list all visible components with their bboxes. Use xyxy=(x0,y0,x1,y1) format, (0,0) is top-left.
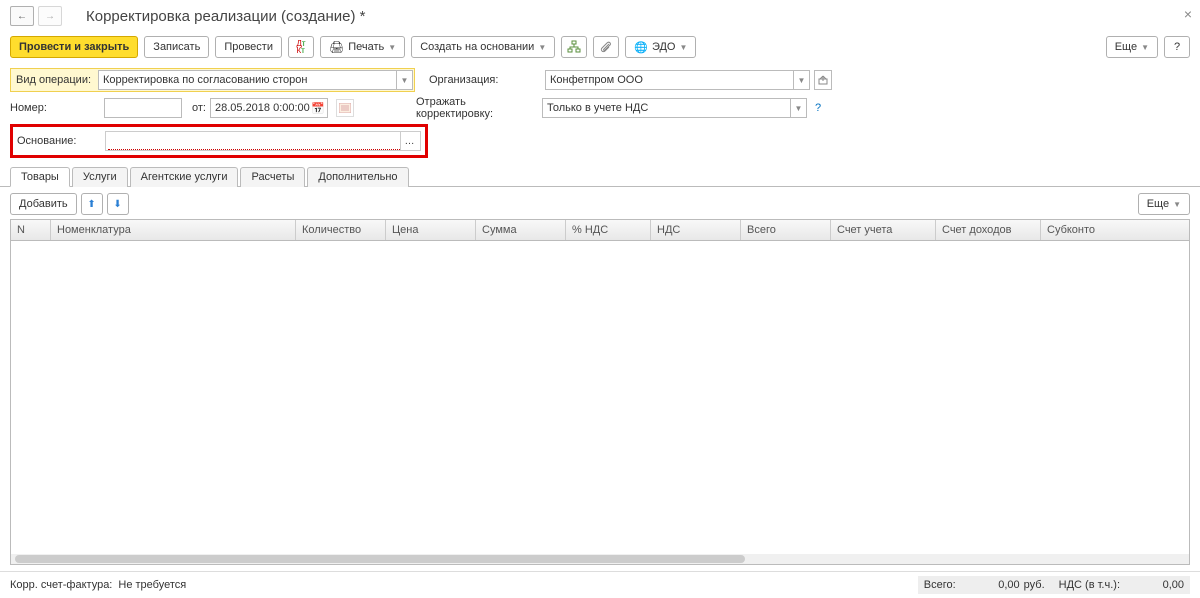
col-income-account[interactable]: Счет доходов xyxy=(936,220,1041,240)
tab-agent-services[interactable]: Агентские услуги xyxy=(130,167,239,187)
nav-forward[interactable]: → xyxy=(38,6,62,26)
organization-select[interactable]: Конфетпром ООО ▼ xyxy=(545,70,810,90)
open-icon xyxy=(818,75,828,85)
help-icon[interactable]: ? xyxy=(815,102,821,114)
save-button[interactable]: Записать xyxy=(144,36,209,58)
col-subconto[interactable]: Субконто xyxy=(1041,220,1189,240)
print-button[interactable]: 🖨Печать▼ xyxy=(320,36,405,58)
create-based-on-button[interactable]: Создать на основании▼ xyxy=(411,36,555,58)
tab-goods[interactable]: Товары xyxy=(10,167,70,187)
operation-type-select[interactable]: Корректировка по согласованию сторон ▼ xyxy=(98,70,413,90)
org-open-button[interactable] xyxy=(814,70,832,90)
col-nomenclature[interactable]: Номенклатура xyxy=(51,220,296,240)
currency-label: руб. xyxy=(1024,579,1045,591)
col-vat-pct[interactable]: % НДС xyxy=(566,220,651,240)
reflect-label: Отражать корректировку: xyxy=(416,96,538,120)
move-up-button[interactable]: ⬆ xyxy=(81,193,103,215)
help-button[interactable]: ? xyxy=(1164,36,1190,58)
nav-back[interactable]: ← xyxy=(10,6,34,26)
table-body[interactable] xyxy=(11,241,1189,554)
organization-label: Организация: xyxy=(429,74,541,86)
date-extra-button[interactable] xyxy=(336,99,354,117)
basis-label: Основание: xyxy=(17,135,101,147)
paperclip-icon xyxy=(600,41,612,53)
col-price[interactable]: Цена xyxy=(386,220,476,240)
basis-input[interactable] xyxy=(108,132,400,150)
col-account[interactable]: Счет учета xyxy=(831,220,936,240)
number-input[interactable] xyxy=(104,98,182,118)
chevron-down-icon[interactable]: ▼ xyxy=(790,99,806,117)
horizontal-scrollbar[interactable] xyxy=(11,554,1189,564)
corr-invoice-label: Корр. счет-фактура: xyxy=(10,579,112,591)
table-more-button[interactable]: Еще▼ xyxy=(1138,193,1190,215)
date-input[interactable]: 28.05.2018 0:00:00 📅 xyxy=(210,98,328,118)
edo-button[interactable]: 🌐ЭДО▼ xyxy=(625,36,696,58)
basis-ellipsis-button[interactable]: … xyxy=(400,132,418,150)
col-qty[interactable]: Количество xyxy=(296,220,386,240)
structure-icon xyxy=(567,40,581,54)
tab-additional[interactable]: Дополнительно xyxy=(307,167,408,187)
add-button[interactable]: Добавить xyxy=(10,193,77,215)
window-title: Корректировка реализации (создание) * xyxy=(86,8,366,25)
corr-invoice-value: Не требуется xyxy=(118,579,186,591)
goods-table: N Номенклатура Количество Цена Сумма % Н… xyxy=(10,219,1190,565)
tab-services[interactable]: Услуги xyxy=(72,167,128,187)
dt-kt-button[interactable]: ДтКт xyxy=(288,36,314,58)
chevron-down-icon[interactable]: ▼ xyxy=(396,71,412,89)
col-total[interactable]: Всего xyxy=(741,220,831,240)
col-n[interactable]: N xyxy=(11,220,51,240)
number-label: Номер: xyxy=(10,102,100,114)
more-button[interactable]: Еще▼ xyxy=(1106,36,1158,58)
attach-button[interactable] xyxy=(593,36,619,58)
reflect-select[interactable]: Только в учете НДС ▼ xyxy=(542,98,807,118)
col-vat[interactable]: НДС xyxy=(651,220,741,240)
from-label: от: xyxy=(192,102,206,114)
col-sum[interactable]: Сумма xyxy=(476,220,566,240)
structure-button[interactable] xyxy=(561,36,587,58)
close-icon[interactable]: × xyxy=(1184,6,1192,22)
calendar-icon[interactable]: 📅 xyxy=(311,102,325,115)
operation-type-label: Вид операции: xyxy=(12,74,98,86)
vat-incl-label: НДС (в т.ч.): xyxy=(1059,579,1120,591)
vat-incl-value: 0,00 xyxy=(1124,579,1184,591)
total-value: 0,00 xyxy=(960,579,1020,591)
printer-icon: 🖨 xyxy=(329,40,344,54)
post-button[interactable]: Провести xyxy=(215,36,282,58)
post-and-close-button[interactable]: Провести и закрыть xyxy=(10,36,138,58)
tab-calculations[interactable]: Расчеты xyxy=(240,167,305,187)
globe-icon: 🌐 xyxy=(634,41,648,54)
total-label: Всего: xyxy=(924,579,956,591)
list-icon xyxy=(339,103,351,113)
move-down-button[interactable]: ⬇ xyxy=(107,193,129,215)
chevron-down-icon[interactable]: ▼ xyxy=(793,71,809,89)
